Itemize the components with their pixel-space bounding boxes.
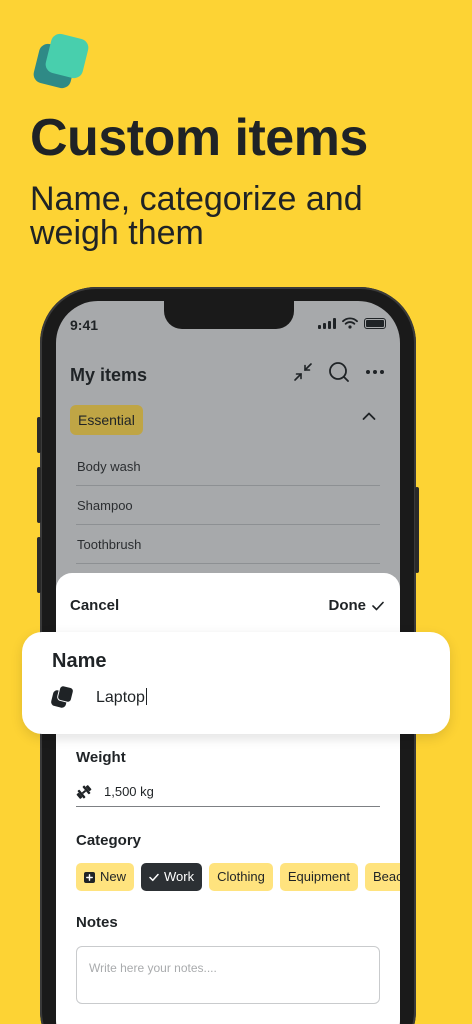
name-field-card: Name Laptop [22, 632, 450, 734]
done-label: Done [328, 597, 367, 614]
promo-headline: Custom items [30, 109, 368, 167]
toolbar [292, 361, 386, 383]
app-logo [31, 31, 91, 91]
list-item[interactable]: Toothbrush [76, 525, 380, 564]
plus-square-icon [84, 871, 95, 883]
chevron-up-icon[interactable] [362, 411, 376, 421]
list-item[interactable]: Shampoo [76, 486, 380, 525]
promo-screen: Custom items Name, categorize and weigh … [0, 0, 472, 1024]
done-button[interactable]: Done [329, 597, 385, 614]
collapse-icon[interactable] [292, 361, 314, 383]
check-icon [149, 873, 159, 881]
promo-subhead: Name, categorize and weigh them [30, 180, 363, 252]
category-chips: New Work Clothing Equipment Beach [76, 863, 400, 891]
chip-work[interactable]: Work [141, 863, 203, 891]
notes-label: Notes [76, 914, 118, 931]
list-item[interactable]: Body wash [76, 447, 380, 486]
weight-label: Weight [76, 749, 126, 766]
item-list: Body wash Shampoo Toothbrush [76, 447, 380, 564]
chip-beach[interactable]: Beach [364, 863, 400, 891]
weight-field[interactable]: 1,500 kg [76, 777, 380, 807]
name-input[interactable]: Laptop [96, 688, 147, 707]
text-caret [145, 688, 147, 705]
chip-equipment[interactable]: Equipment [279, 863, 358, 891]
weight-value: 1,500 kg [104, 784, 154, 799]
search-icon[interactable] [328, 361, 350, 383]
signal-icon [318, 317, 336, 329]
category-pill-essential[interactable]: Essential [70, 405, 143, 435]
name-label: Name [52, 650, 107, 672]
status-time: 9:41 [70, 317, 99, 333]
chip-clothing[interactable]: Clothing [209, 863, 273, 891]
status-icons [318, 317, 386, 329]
item-icon [50, 684, 75, 709]
notch [164, 301, 294, 329]
battery-icon [364, 317, 386, 329]
cancel-button[interactable]: Cancel [70, 597, 119, 614]
weight-icon [76, 784, 92, 799]
notes-input[interactable]: Write here your notes.... [76, 946, 380, 1004]
sheet-header: Cancel Done [56, 573, 400, 633]
page-title: My items [70, 365, 148, 385]
chip-new[interactable]: New [76, 863, 135, 891]
wifi-icon [342, 317, 358, 329]
check-icon [372, 601, 384, 610]
more-options-icon[interactable] [364, 361, 386, 383]
category-label: Category [76, 832, 142, 849]
